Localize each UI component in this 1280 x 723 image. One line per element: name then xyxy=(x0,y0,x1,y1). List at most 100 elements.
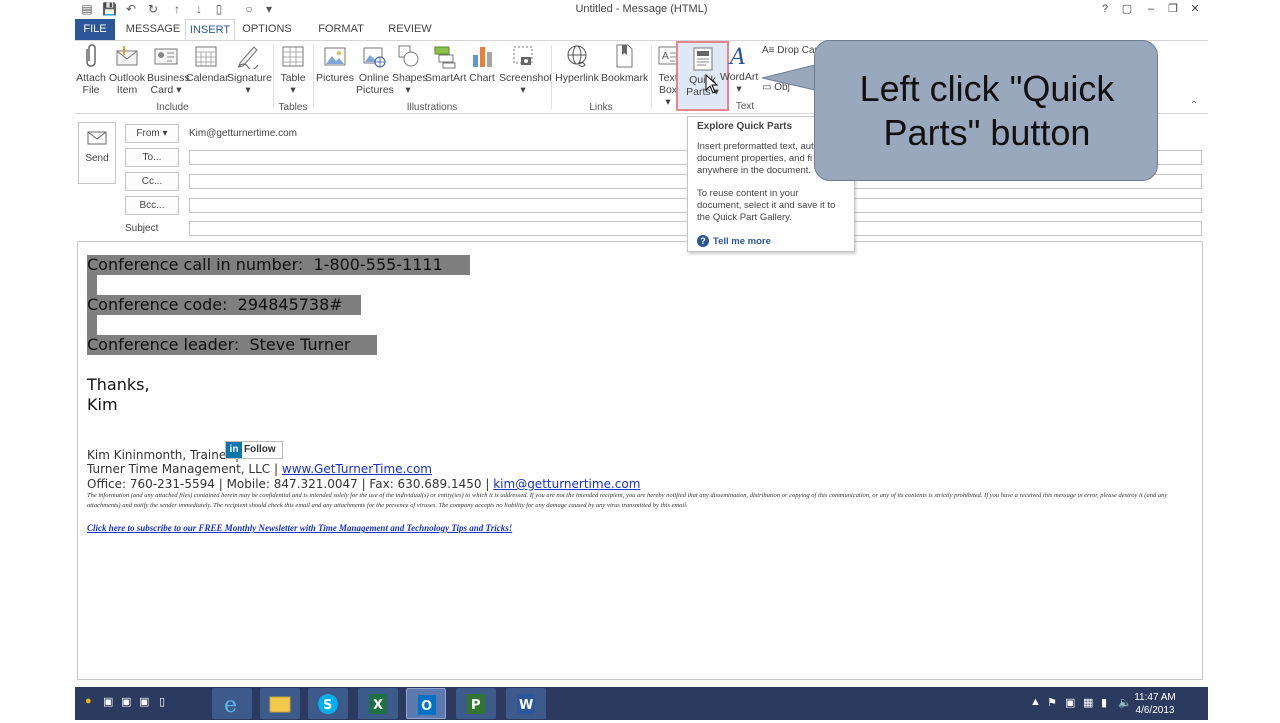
tab-format-text[interactable]: FORMAT TEXT xyxy=(305,19,377,56)
group-label-links: Links xyxy=(589,102,613,113)
email-link[interactable]: kim@getturnertime.com xyxy=(493,477,640,491)
callout-line-1: Left click "Quick xyxy=(859,68,1115,109)
subject-label: Subject xyxy=(125,223,159,234)
callout-pointer xyxy=(761,64,816,91)
tray-network-icon[interactable]: ▦ xyxy=(1083,696,1093,709)
chrome-icon[interactable]: ● xyxy=(85,695,92,707)
tray-app-icon[interactable]: ▣ xyxy=(1065,696,1075,709)
calendar-icon xyxy=(195,46,217,67)
body-name: Kim xyxy=(87,395,118,414)
word-taskbar-button[interactable]: W xyxy=(506,688,546,719)
group-label-text: Text xyxy=(735,101,755,112)
table-icon xyxy=(282,46,304,67)
skype-icon: S xyxy=(318,694,338,714)
close-button[interactable]: ✕ xyxy=(1185,1,1205,17)
group-separator xyxy=(313,45,314,109)
outlook-message-window: ▤ 💾 ↶ ↻ ↑ ↓ ▯ ○ ▾ Untitled - Message (HT… xyxy=(0,0,1280,720)
tab-review[interactable]: REVIEW xyxy=(387,19,433,40)
app-icon[interactable]: ▣ xyxy=(121,695,131,708)
outlook-item-button[interactable]: Outlook Item xyxy=(109,43,145,96)
picture-icon xyxy=(324,47,346,66)
online-picture-icon xyxy=(363,47,386,68)
attach-file-button[interactable]: Attach File xyxy=(75,43,107,96)
calendar-button[interactable]: Calendar xyxy=(186,43,229,84)
project-taskbar-button[interactable]: P xyxy=(456,688,496,719)
send-button[interactable]: Send xyxy=(78,122,116,184)
app-icon[interactable]: ▣ xyxy=(103,695,113,708)
windows-taskbar: ● ▣ ▣ ▣ ▯ e S X O P W ▲ ⚑ ▣ ▦ ▮ 🔈 11:47 … xyxy=(75,687,1208,720)
group-separator xyxy=(551,45,552,109)
svg-text:A: A xyxy=(728,45,746,68)
instruction-callout: Left click "Quick Parts" button xyxy=(814,40,1158,181)
group-label-tables: Tables xyxy=(278,102,308,113)
help-button[interactable]: ? xyxy=(1095,1,1115,17)
tab-insert[interactable]: INSERT xyxy=(185,19,235,40)
outlook-taskbar-button[interactable]: O xyxy=(406,688,446,719)
quick-parts-icon xyxy=(693,47,712,71)
svg-text:A: A xyxy=(662,51,669,62)
tell-me-more-link[interactable]: ? Tell me more xyxy=(697,235,845,247)
from-button[interactable]: From ▾ xyxy=(125,124,179,143)
website-link[interactable]: www.GetTurnerTime.com xyxy=(282,462,432,476)
newsletter-link[interactable]: Click here to subscribe to our FREE Mont… xyxy=(87,523,1187,533)
shapes-icon xyxy=(398,45,419,67)
tab-message[interactable]: MESSAGE xyxy=(125,19,181,40)
minimize-button[interactable]: – xyxy=(1141,1,1161,17)
screenshot-icon xyxy=(513,46,533,65)
linkedin-follow-button[interactable]: in Follow xyxy=(225,441,283,459)
tray-battery-icon[interactable]: ▮ xyxy=(1101,696,1107,709)
tab-options[interactable]: OPTIONS xyxy=(241,19,293,40)
message-body[interactable]: Conference call in number: 1-800-555-111… xyxy=(77,241,1203,680)
smartart-button[interactable]: SmartArt xyxy=(425,43,466,84)
to-button[interactable]: To... xyxy=(125,148,179,167)
paperclip-icon xyxy=(86,44,96,67)
from-value: Kim@getturnertime.com xyxy=(189,128,297,139)
system-clock[interactable]: 11:47 AM 4/6/2013 xyxy=(1125,691,1185,717)
selection-highlight xyxy=(87,275,97,295)
tooltip-desc-2: To reuse content in your document, selec… xyxy=(697,188,836,223)
ribbon-display-button[interactable]: ▢ xyxy=(1117,1,1137,17)
explorer-taskbar-button[interactable] xyxy=(260,688,300,719)
body-thanks: Thanks, xyxy=(87,375,150,394)
help-icon: ? xyxy=(697,235,709,247)
signature-button[interactable]: Signature ▾ xyxy=(227,43,272,96)
selection-highlight xyxy=(87,315,97,335)
online-pictures-button[interactable]: Online Pictures xyxy=(356,43,394,96)
table-button[interactable]: Table ▾ xyxy=(275,43,311,96)
svg-text:O: O xyxy=(421,699,432,714)
body-line-code: Conference code: 294845738# xyxy=(87,295,348,314)
document-small-icon[interactable]: ▯ xyxy=(159,695,165,708)
svg-text:W: W xyxy=(519,698,533,713)
clock-date: 4/6/2013 xyxy=(1135,705,1175,716)
cc-button[interactable]: Cc... xyxy=(125,172,179,191)
group-separator xyxy=(273,45,274,109)
outlook-small-icon[interactable]: ▣ xyxy=(139,695,149,708)
ie-taskbar-button[interactable]: e xyxy=(212,688,252,719)
tab-file[interactable]: FILE xyxy=(75,19,115,40)
window-title: Untitled - Message (HTML) xyxy=(575,3,708,15)
business-card-button[interactable]: Business Card ▾ xyxy=(147,43,190,96)
pictures-button[interactable]: Pictures xyxy=(316,43,354,84)
chart-button[interactable]: Chart xyxy=(467,43,497,84)
signature-name: Kim Kininmonth, Trainer | xyxy=(87,448,239,462)
shapes-button[interactable]: Shapes ▾ xyxy=(392,43,428,96)
restore-button[interactable]: ❐ xyxy=(1163,1,1183,17)
collapse-ribbon-icon[interactable]: ⌃ xyxy=(1190,100,1198,111)
chart-icon xyxy=(473,47,492,67)
bookmark-icon xyxy=(616,44,633,68)
bookmark-button[interactable]: Bookmark xyxy=(601,43,648,84)
mouse-cursor-icon xyxy=(705,74,719,94)
callout-line-2: Parts" button xyxy=(883,112,1091,153)
signature-icon xyxy=(237,46,259,69)
tray-flag-icon[interactable]: ⚑ xyxy=(1047,696,1057,709)
tray-overflow-icon[interactable]: ▲ xyxy=(1030,696,1041,708)
body-line-leader: Conference leader: Steve Turner xyxy=(87,335,356,354)
bcc-button[interactable]: Bcc... xyxy=(125,196,179,215)
hyperlink-button[interactable]: Hyperlink xyxy=(555,43,599,84)
skype-taskbar-button[interactable]: S xyxy=(308,688,348,719)
screenshot-button[interactable]: Screenshot ▾ xyxy=(499,43,552,96)
wordart-button[interactable]: A WordArt ▾ xyxy=(720,42,758,95)
excel-taskbar-button[interactable]: X xyxy=(358,688,398,719)
drop-cap-button[interactable]: A≡ Drop Cap xyxy=(762,45,820,56)
business-card-icon xyxy=(154,48,178,65)
